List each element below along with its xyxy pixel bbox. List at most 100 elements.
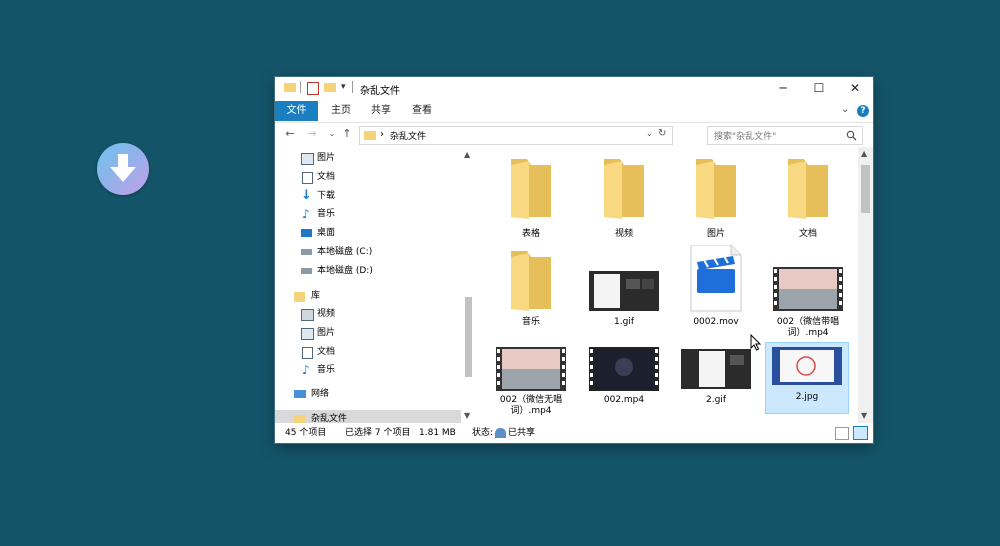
back-arrow-icon[interactable]: ← (283, 127, 297, 141)
drive-icon (301, 268, 312, 274)
tab-share[interactable]: 共享 (363, 101, 399, 121)
tab-view[interactable]: 查看 (404, 101, 440, 121)
close-button[interactable]: ✕ (837, 77, 873, 101)
address-bar[interactable]: › 杂乱文件 ⌄ ↻ (359, 126, 673, 145)
pictures-icon (301, 328, 314, 340)
selection-count: 已选择 7 个项目 (345, 428, 411, 438)
file-item-gif[interactable]: 2.gif (674, 343, 758, 423)
gif-thumbnail (681, 349, 751, 389)
nav-item-drive-c[interactable]: 本地磁盘 (C:) (275, 243, 461, 261)
nav-item-downloads[interactable]: ↓ 下载 (275, 187, 461, 205)
nav-item-lib-music[interactable]: ♪ 音乐 (275, 361, 461, 379)
properties-icon[interactable] (307, 82, 319, 95)
network-icon (294, 390, 306, 398)
scroll-down-icon[interactable]: ▼ (464, 411, 470, 420)
item-count: 45 个项目 (285, 428, 327, 438)
image-thumbnail (772, 347, 842, 385)
nav-item-library[interactable]: 库 (275, 287, 461, 305)
search-placeholder: 搜索"杂乱文件" (714, 132, 777, 142)
documents-icon (302, 172, 313, 184)
music-icon: ♪ (302, 207, 310, 221)
maximize-button[interactable]: ☐ (801, 77, 837, 101)
nav-item-current-folder[interactable]: 杂乱文件 (275, 410, 461, 423)
search-input[interactable]: 搜索"杂乱文件" (707, 126, 863, 145)
separator (352, 81, 353, 93)
address-dropdown-icon[interactable]: ⌄ (646, 129, 653, 138)
minimize-button[interactable]: ─ (765, 77, 801, 101)
new-folder-icon[interactable] (324, 83, 336, 92)
forward-arrow-icon[interactable]: → (305, 127, 319, 141)
nav-item-drive-d[interactable]: 本地磁盘 (D:) (275, 262, 461, 280)
nav-item-desktop[interactable]: 桌面 (275, 224, 461, 242)
status-label: 状态: (472, 428, 494, 438)
file-explorer-window: ▾ 杂乱文件 ─ ☐ ✕ 文件 主页 共享 查看 ⌄ ? ← → ⌄ ↑ › 杂… (275, 77, 873, 443)
breadcrumb-separator: › (380, 129, 384, 140)
folder-icon (511, 159, 551, 219)
up-arrow-icon[interactable]: ↑ (340, 127, 354, 141)
videos-icon (301, 309, 314, 321)
title-bar: ▾ 杂乱文件 ─ ☐ ✕ (275, 77, 873, 101)
help-icon[interactable]: ? (857, 105, 869, 117)
details-view-icon[interactable] (835, 427, 849, 440)
tab-file[interactable]: 文件 (275, 101, 318, 121)
nav-scroll-thumb[interactable] (465, 297, 472, 377)
file-item-folder[interactable]: 文档 (766, 153, 850, 243)
scroll-up-icon[interactable]: ▲ (861, 149, 867, 158)
download-app-icon[interactable] (97, 143, 149, 195)
video-thumbnail (496, 347, 566, 391)
documents-icon (302, 347, 313, 359)
folder-icon (788, 159, 828, 219)
nav-item-lib-pictures[interactable]: 图片 (275, 324, 461, 342)
file-item-folder[interactable]: 视频 (582, 153, 666, 243)
gif-thumbnail (589, 271, 659, 311)
navigation-pane: 图片 文档 ↓ 下载 ♪ 音乐 桌面 本地磁盘 (C:) 本地磁盘 (D:) 库 (275, 147, 475, 423)
nav-item-network[interactable]: 网络 (275, 385, 461, 403)
file-item-gif[interactable]: 1.gif (582, 245, 666, 337)
large-icons-view-icon[interactable] (853, 426, 868, 440)
ribbon-expand-icon[interactable]: ⌄ (841, 104, 849, 115)
video-file-icon (690, 244, 742, 312)
file-item-jpg-selected[interactable]: 2.jpg (765, 342, 849, 414)
video-thumbnail (589, 347, 659, 391)
file-item-folder[interactable]: 表格 (489, 153, 573, 243)
selection-size: 1.81 MB (419, 428, 456, 438)
file-item-mp4[interactable]: 002.mp4 (582, 343, 666, 423)
video-thumbnail (773, 267, 843, 311)
file-item-folder[interactable]: 音乐 (489, 245, 573, 337)
status-bar: 45 个项目 已选择 7 个项目 1.81 MB 状态: 已共享 (275, 423, 873, 443)
tab-home[interactable]: 主页 (323, 101, 359, 121)
nav-scrollbar[interactable]: ▲ ▼ (461, 147, 475, 423)
download-icon: ↓ (301, 188, 312, 203)
content-scroll-thumb[interactable] (861, 165, 870, 213)
file-item-mov[interactable]: 0002.mov (674, 244, 758, 337)
folder-icon (604, 159, 644, 219)
breadcrumb-current[interactable]: 杂乱文件 (390, 129, 426, 142)
nav-item-music[interactable]: ♪ 音乐 (275, 205, 461, 223)
library-icon (294, 292, 305, 302)
scroll-up-icon[interactable]: ▲ (464, 150, 470, 159)
chevron-down-icon[interactable]: ▾ (341, 82, 346, 92)
file-item-mp4[interactable]: 002（微信无唱 词）.mp4 (489, 343, 573, 423)
content-scrollbar[interactable]: ▲ ▼ (858, 147, 873, 423)
file-item-folder[interactable]: 图片 (674, 153, 758, 243)
nav-item-lib-documents[interactable]: 文档 (275, 343, 461, 361)
address-row: ← → ⌄ ↑ › 杂乱文件 ⌄ ↻ 搜索"杂乱文件" (275, 122, 873, 147)
nav-item-videos[interactable]: 视频 (275, 305, 461, 323)
nav-item-documents[interactable]: 文档 (275, 168, 461, 186)
refresh-icon[interactable]: ↻ (658, 128, 666, 139)
separator (300, 81, 301, 93)
pictures-icon (301, 153, 314, 165)
folder-icon (294, 415, 305, 423)
nav-item-pictures[interactable]: 图片 (275, 149, 461, 167)
ribbon: 文件 主页 共享 查看 ⌄ ? (275, 101, 873, 122)
desktop-icon (301, 229, 312, 237)
scroll-down-icon[interactable]: ▼ (861, 411, 867, 420)
folder-icon (284, 83, 296, 92)
folder-icon (511, 251, 551, 311)
file-item-mp4[interactable]: 002（微信带唱 词）.mp4 (766, 245, 850, 338)
recent-chevron-icon[interactable]: ⌄ (325, 127, 339, 141)
music-icon: ♪ (302, 363, 310, 377)
window-title: 杂乱文件 (360, 86, 400, 97)
status-value: 已共享 (508, 428, 536, 438)
shared-users-icon (495, 428, 506, 438)
